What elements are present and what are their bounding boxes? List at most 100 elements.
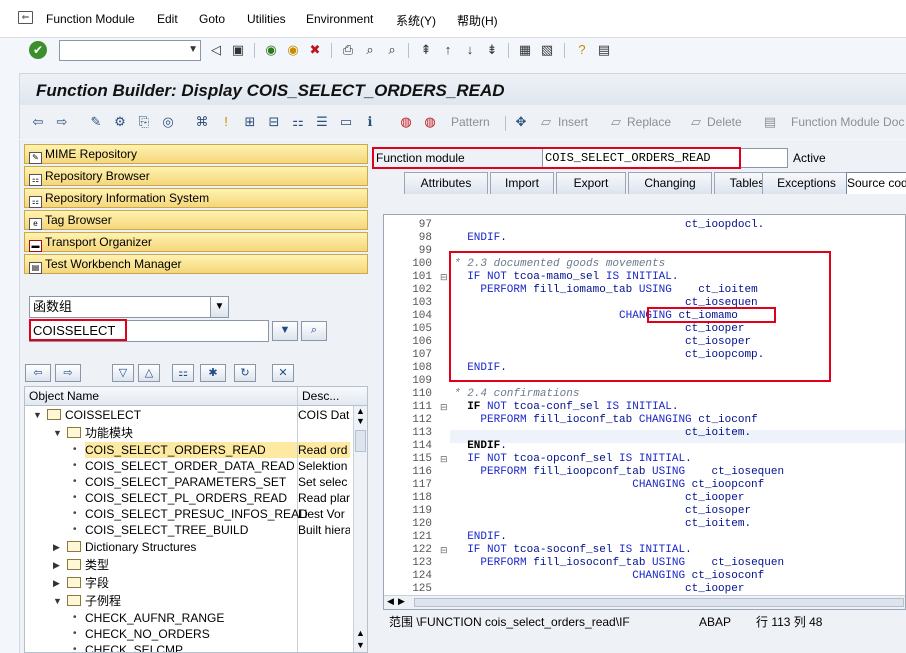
nav-mime-repository[interactable]: ✎ MIME Repository <box>24 144 368 164</box>
other-object-icon[interactable]: ⚙ <box>112 114 128 130</box>
print-icon[interactable]: ⎙ <box>340 42 356 58</box>
code-line[interactable]: ENDIF. <box>454 232 507 245</box>
back-icon[interactable]: ◉ <box>263 42 279 58</box>
expand-icon[interactable]: △ <box>138 364 160 382</box>
code-line[interactable]: IF NOT tcoa-conf_sel IS INITIAL. <box>454 401 678 414</box>
hierarchy-icon[interactable]: ⚏ <box>290 114 306 130</box>
expand-arrow-icon[interactable]: ▶ <box>53 557 60 573</box>
tree-row[interactable]: • COIS_SELECT_TREE_BUILD Built hiera <box>25 522 353 538</box>
new-session-icon[interactable]: ▦ <box>517 42 533 58</box>
replace-icon[interactable]: ▱ <box>608 114 624 130</box>
menu-utilities[interactable]: Utilities <box>247 12 286 26</box>
scroll-thumb[interactable] <box>355 430 366 452</box>
fold-marker-icon[interactable]: ⊟ <box>440 453 448 466</box>
next-object-icon[interactable]: ⇨ <box>55 364 81 382</box>
collapse-arrow-icon[interactable]: ▼ <box>53 425 62 441</box>
cancel-icon[interactable]: ✖ <box>307 42 323 58</box>
nav-tag-browser[interactable]: e Tag Browser <box>24 210 368 230</box>
scroll-left-icon[interactable]: ◀ <box>387 596 394 607</box>
next-page-icon[interactable]: ↓ <box>462 42 478 58</box>
arrow-left-icon[interactable]: ◁ <box>208 42 224 58</box>
forward-arrow-icon[interactable]: ⇨ <box>54 114 70 130</box>
hierarchy-icon[interactable]: ⚏ <box>172 364 194 382</box>
nav-repository-browser[interactable]: ⚏ Repository Browser <box>24 166 368 186</box>
scroll-down-icon[interactable]: ▼ <box>356 640 365 650</box>
shortcut-icon[interactable]: ▧ <box>539 42 555 58</box>
session-breakpoint-icon[interactable]: ◍ <box>422 114 438 130</box>
first-page-icon[interactable]: ⇞ <box>418 42 434 58</box>
menu-edit[interactable]: Edit <box>157 12 178 26</box>
code-line[interactable]: ct_iooper <box>454 492 744 505</box>
source-editor[interactable]: 97 98 99 100 101 102 103 104 105 106 107 108 109 110 1… <box>383 214 906 610</box>
tree-row[interactable]: • COIS_SELECT_PL_ORDERS_READ Read plar <box>25 490 353 506</box>
menu-goto[interactable]: Goto <box>199 12 225 26</box>
enter-check-icon[interactable]: ✔ <box>29 41 47 59</box>
tree-row[interactable]: • CHECK_AUFNR_RANGE <box>25 610 353 626</box>
close-icon[interactable]: ✕ <box>272 364 294 382</box>
command-field[interactable]: ▼ <box>59 40 201 61</box>
check-icon[interactable]: ⎘ <box>136 114 152 130</box>
nav-transport-organizer[interactable]: ▬ Transport Organizer <box>24 232 368 252</box>
expand-arrow-icon[interactable]: ▶ <box>53 575 60 591</box>
tree-row[interactable]: ▼ COISSELECT COIS Dat <box>25 407 353 423</box>
tree-row[interactable]: • CHECK_SELCMP <box>25 642 353 652</box>
settings-icon[interactable]: ✱ <box>200 364 226 382</box>
collapse-arrow-icon[interactable]: ▼ <box>33 407 42 423</box>
tree-row[interactable]: • COIS_SELECT_PRESUC_INFOS_READ Liest Vo… <box>25 506 353 522</box>
nav-test-workbench[interactable]: ▤ Test Workbench Manager <box>24 254 368 274</box>
move-icon[interactable]: ✥ <box>513 114 529 130</box>
tab-attributes[interactable]: Attributes <box>404 172 488 194</box>
column-header-description[interactable]: Desc... <box>298 387 367 406</box>
previous-page-icon[interactable]: ↑ <box>440 42 456 58</box>
insert-icon[interactable]: ▱ <box>538 114 554 130</box>
code-line[interactable]: ct_ioitem. <box>454 518 751 531</box>
scroll-down-icon[interactable]: ▼ <box>356 416 365 426</box>
test-icon[interactable]: ⊞ <box>242 114 258 130</box>
code-line[interactable]: ct_ioitem. <box>454 427 751 440</box>
pretty-printer-icon[interactable]: ⊟ <box>266 114 282 130</box>
save-icon[interactable]: ▣ <box>230 42 246 58</box>
replace-button[interactable]: Replace <box>627 115 671 129</box>
layout-icon[interactable]: ▭ <box>338 114 354 130</box>
display-glasses-icon[interactable]: ⌕ <box>301 321 327 341</box>
tree-row[interactable]: ▶ Dictionary Structures <box>25 539 353 555</box>
delete-button[interactable]: Delete <box>707 115 742 129</box>
info-icon[interactable]: ℹ <box>362 114 378 130</box>
chevron-down-icon[interactable]: ▼ <box>210 297 228 317</box>
tree-row[interactable]: ▼ 功能模块 <box>25 425 353 441</box>
find-next-icon[interactable]: ⌕ <box>384 42 400 58</box>
insert-button[interactable]: Insert <box>558 115 588 129</box>
find-icon[interactable]: ⌕ <box>362 42 378 58</box>
expand-arrow-icon[interactable]: ▶ <box>53 539 60 555</box>
collapse-icon[interactable]: ▽ <box>112 364 134 382</box>
tree-row[interactable]: ▼ 子例程 <box>25 593 353 609</box>
delete-icon[interactable]: ▱ <box>688 114 704 130</box>
tree-row[interactable]: ▶ 类型 <box>25 557 353 573</box>
back-arrow-icon[interactable]: ⇦ <box>30 114 46 130</box>
tab-source-code[interactable]: Source code <box>846 172 906 194</box>
scroll-up-icon[interactable]: ▲ <box>356 628 365 638</box>
tree-row[interactable]: • COIS_SELECT_ORDER_DATA_READ Selektion <box>25 458 353 474</box>
collapse-arrow-icon[interactable]: ▼ <box>53 593 62 609</box>
code-line[interactable]: CHANGING ct_iosoconf <box>454 570 764 583</box>
fm-documentation-button[interactable]: Function Module Doc <box>791 115 904 129</box>
horizontal-scrollbar[interactable]: ◀ ▶ <box>384 595 905 609</box>
chevron-down-icon[interactable]: ▼ <box>188 44 198 55</box>
layout-menu-icon[interactable]: ▤ <box>596 42 612 58</box>
documentation-icon[interactable]: ▤ <box>762 114 778 130</box>
dropdown-button[interactable]: ▼ <box>272 321 298 341</box>
tree-row-selected[interactable]: • COIS_SELECT_ORDERS_READ Read ord <box>25 442 353 458</box>
app-menu-icon[interactable]: ⇐ <box>18 11 33 24</box>
nav-repository-info-system[interactable]: ⚏ Repository Information System <box>24 188 368 208</box>
tab-changing[interactable]: Changing <box>628 172 712 194</box>
tree-row[interactable]: ▶ 字段 <box>25 575 353 591</box>
code-line[interactable]: ct_iosoper <box>454 505 751 518</box>
tree-row[interactable]: • COIS_SELECT_PARAMETERS_SET Set selec <box>25 474 353 490</box>
menu-system[interactable]: 系统(Y) <box>396 12 436 29</box>
fold-marker-icon[interactable]: ⊟ <box>440 271 448 284</box>
tab-export[interactable]: Export <box>556 172 626 194</box>
breakpoint-icon[interactable]: ! <box>218 114 234 130</box>
tree-row[interactable]: • CHECK_NO_ORDERS <box>25 626 353 642</box>
code-line[interactable]: ct_ioopdocl. <box>454 219 764 232</box>
debug-icon[interactable]: ◍ <box>398 114 414 130</box>
